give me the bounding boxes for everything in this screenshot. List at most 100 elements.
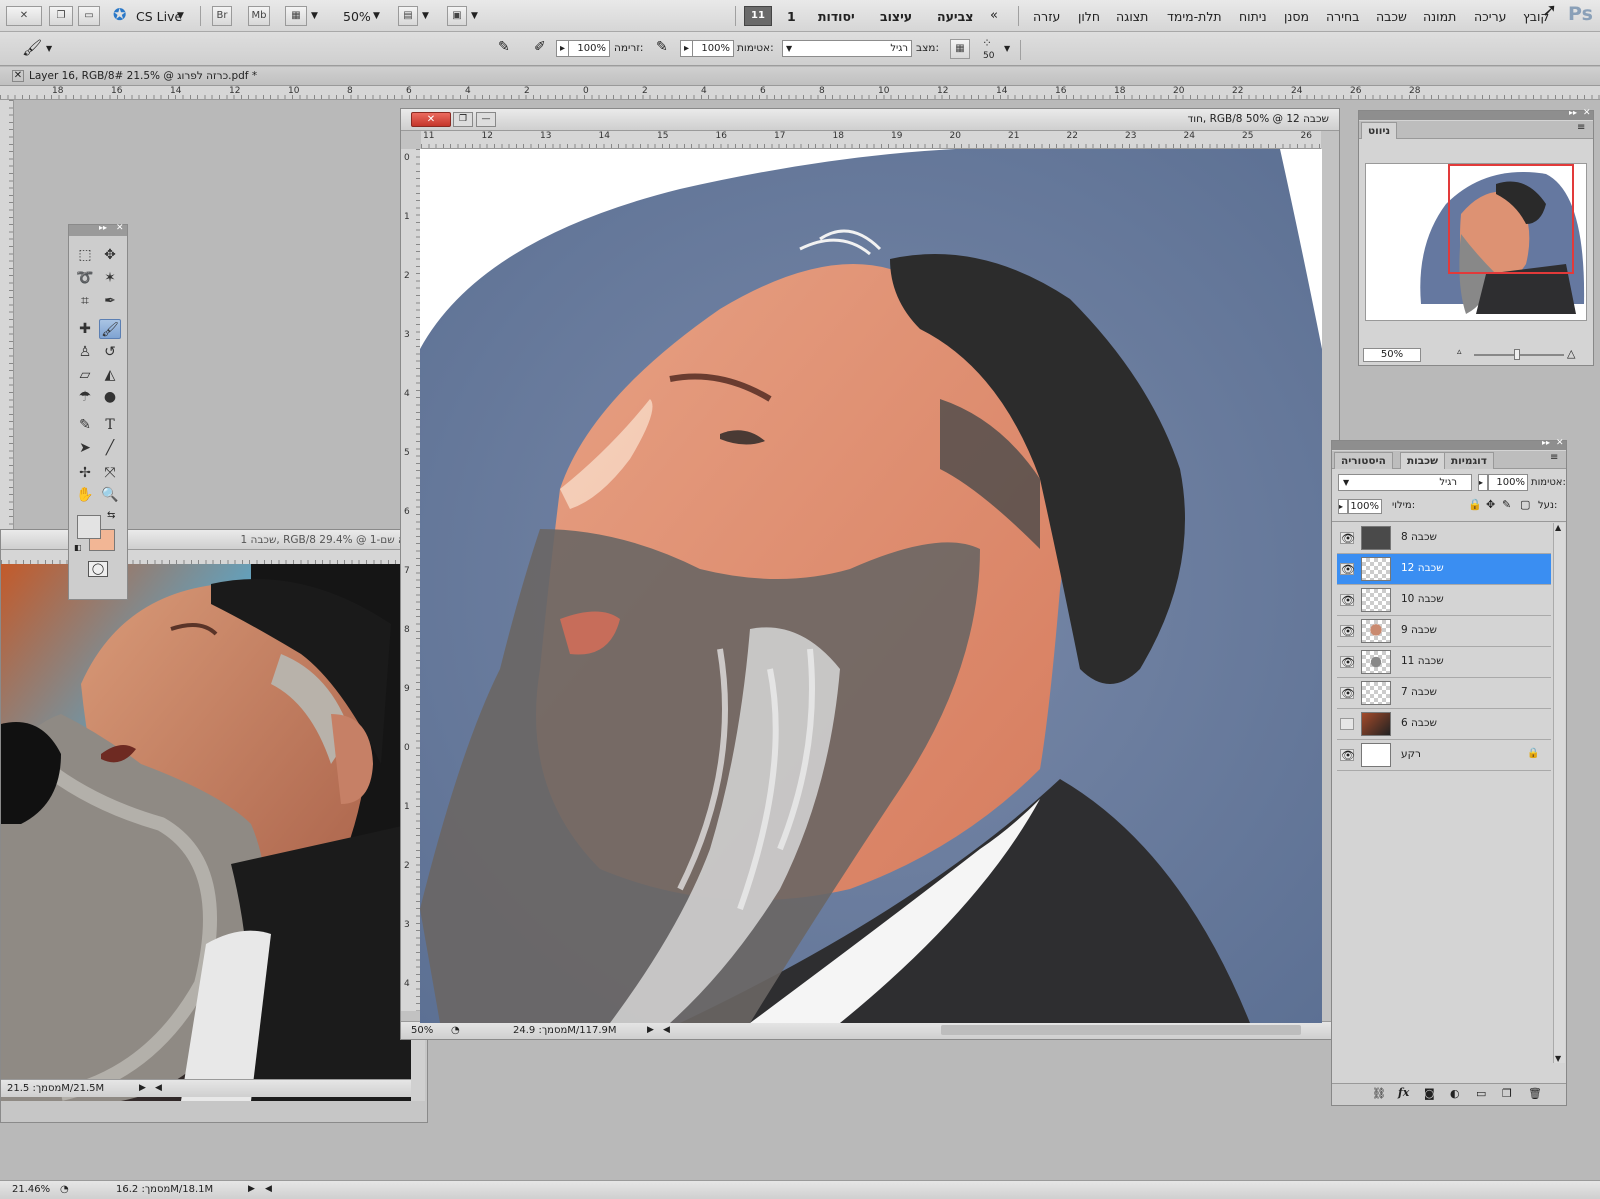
3d-rotate-icon[interactable]: ✢ — [74, 463, 96, 483]
status-info-icon[interactable]: ◔ — [451, 1022, 460, 1039]
layer-row[interactable]: 👁 שכבה 9 — [1337, 616, 1551, 647]
status-info-icon[interactable]: ◔ — [60, 1181, 69, 1198]
eye-icon[interactable]: 👁 — [1340, 563, 1355, 576]
bridge-button[interactable]: Br — [212, 6, 232, 26]
trash-icon[interactable]: 🗑 — [1528, 1087, 1542, 1100]
crop-tool-icon[interactable]: ⌗ — [74, 291, 96, 311]
minimize-window-icon[interactable]: — — [476, 112, 496, 127]
menu-image[interactable]: תמונה — [1423, 9, 1456, 24]
main-document-tab[interactable]: ✕ Layer 16, RGB/8# 21.5% @ כרזה לפרוג.pd… — [0, 67, 1600, 86]
navigator-zoom-input[interactable]: 50% — [1363, 348, 1421, 362]
lock-all-icon[interactable]: 🔒 — [1468, 498, 1482, 511]
workspace-active-button[interactable]: 11 — [744, 6, 772, 26]
link-icon[interactable]: ⛓ — [1372, 1087, 1386, 1100]
layer-opacity-input[interactable]: 100% — [1488, 474, 1528, 491]
collapse-icon[interactable]: ▸▸ — [99, 223, 107, 232]
zoom-out-icon[interactable]: ▵ — [1457, 347, 1462, 357]
navigator-preview[interactable] — [1365, 163, 1587, 321]
eyedropper-icon[interactable]: ✒ — [99, 291, 121, 311]
scroll-left-icon[interactable]: ◀ — [663, 1022, 670, 1039]
eye-icon[interactable]: 👁 — [1340, 625, 1355, 638]
magic-wand-icon[interactable]: ✶ — [99, 268, 121, 288]
quick-mask-icon[interactable]: ◯ — [88, 561, 108, 577]
workspace-painting[interactable]: צביעה — [937, 9, 973, 24]
eye-icon[interactable]: 👁 — [1340, 656, 1355, 669]
painting-canvas[interactable] — [420, 149, 1322, 1023]
photo-canvas[interactable] — [1, 564, 411, 1101]
paint-bucket-icon[interactable]: ◭ — [99, 365, 121, 385]
opacity-slider-arrow[interactable]: ▸ — [1478, 474, 1488, 491]
mask-icon[interactable]: ◙ — [1424, 1087, 1435, 1100]
painting-zoom-level[interactable]: 50% — [411, 1022, 433, 1039]
default-colors-icon[interactable]: ◧ — [74, 543, 82, 552]
menu-view[interactable]: תצוגה — [1116, 9, 1148, 24]
lasso-tool-icon[interactable]: ➰ — [74, 268, 96, 288]
group-icon[interactable]: ▭ — [1476, 1087, 1486, 1100]
marquee-tool-icon[interactable]: ⬚ — [74, 245, 96, 265]
navigator-view-box[interactable] — [1448, 164, 1574, 274]
scroll-down-icon[interactable]: ▼ — [1555, 1054, 1561, 1063]
close-icon[interactable]: ✕ — [116, 223, 124, 233]
brush-tool-icon[interactable]: 🖌 — [22, 38, 42, 57]
layer-row[interactable]: 👁 שכבה 10 — [1337, 585, 1551, 616]
airbrush-pressure-icon[interactable]: ✎ — [498, 39, 510, 55]
new-layer-icon[interactable]: ❐ — [1502, 1087, 1512, 1100]
minimize-icon[interactable]: ✕ — [6, 6, 42, 26]
minibridge-button[interactable]: Mb — [248, 6, 270, 26]
zoom-level-menu[interactable]: 50% — [343, 9, 371, 24]
maximize-icon[interactable]: ▭ — [78, 6, 100, 26]
brush-panel-toggle-icon[interactable]: ▦ — [950, 39, 970, 59]
layer-row[interactable]: 👁 רקע 🔒 — [1337, 740, 1551, 771]
eye-hidden-icon[interactable] — [1340, 718, 1354, 730]
lock-pixels-icon[interactable]: ✎ — [1502, 498, 1511, 511]
main-zoom-level[interactable]: 21.46% — [12, 1181, 50, 1198]
zoom-tool-icon[interactable]: 🔍 — [99, 485, 121, 505]
blur-tool-icon[interactable]: ☂ — [74, 387, 96, 407]
menu-window[interactable]: חלון — [1078, 9, 1100, 24]
3d-camera-icon[interactable]: ⤧ — [99, 463, 121, 483]
eye-icon[interactable]: 👁 — [1340, 532, 1355, 545]
layer-row[interactable]: 👁 שכבה 12 — [1337, 554, 1551, 585]
zoom-slider-handle[interactable] — [1514, 349, 1520, 360]
close-tab-icon[interactable]: ✕ — [12, 70, 24, 82]
cs-live-button[interactable]: CS Live — [136, 9, 182, 24]
eye-icon[interactable]: 👁 — [1340, 749, 1355, 762]
opacity-pressure-icon[interactable]: ✎ — [656, 39, 668, 55]
foreground-color-swatch[interactable] — [77, 515, 101, 539]
close-icon[interactable]: ✕ — [1583, 108, 1591, 118]
horizontal-scrollbar-thumb[interactable] — [941, 1025, 1301, 1035]
fill-input[interactable]: 100% — [1348, 499, 1382, 514]
swap-colors-icon[interactable]: ⇆ — [107, 510, 115, 521]
arrange-documents-icon[interactable]: ▤ — [398, 6, 418, 26]
menu-edit[interactable]: עריכה — [1474, 9, 1506, 24]
pen-tool-icon[interactable]: ✎ — [74, 415, 96, 435]
menu-3d[interactable]: תלת-מימד — [1167, 9, 1222, 24]
history-brush-icon[interactable]: ↺ — [99, 342, 121, 362]
layers-scrollbar[interactable]: ▲ ▼ — [1553, 523, 1565, 1063]
play-arrow-icon[interactable]: ▶ — [647, 1022, 654, 1039]
brush-tool-icon[interactable]: 🖌 — [99, 319, 121, 339]
menu-select[interactable]: בחירה — [1326, 9, 1359, 24]
hand-tool-icon[interactable]: ✋ — [74, 485, 96, 505]
path-selection-icon[interactable]: ➤ — [74, 438, 96, 458]
scroll-up-icon[interactable]: ▲ — [1555, 523, 1561, 532]
play-arrow-icon[interactable]: ▶ — [248, 1181, 255, 1198]
screen-mode-icon[interactable]: ▣ — [447, 6, 467, 26]
close-window-button[interactable]: ✕ — [411, 112, 451, 127]
tab-layers[interactable]: שכבות — [1400, 452, 1446, 469]
restore-icon[interactable]: ❐ — [49, 6, 73, 26]
layer-row[interactable]: שכבה 6 — [1337, 709, 1551, 740]
tab-swatches[interactable]: דוגמיות — [1444, 452, 1494, 469]
line-tool-icon[interactable]: ╱ — [99, 438, 121, 458]
adjustment-icon[interactable]: ◐ — [1450, 1087, 1460, 1100]
clone-stamp-icon[interactable]: ♙ — [74, 342, 96, 362]
flow-input[interactable]: 100% — [568, 40, 610, 57]
menu-filter[interactable]: מסנן — [1284, 9, 1309, 24]
healing-brush-icon[interactable]: ✚ — [74, 319, 96, 339]
workspace-essentials[interactable]: יסודות — [818, 9, 855, 24]
opacity-input[interactable]: 100% — [692, 40, 734, 57]
opacity-slider-arrow[interactable]: ▸ — [680, 40, 692, 57]
close-icon[interactable]: ✕ — [1556, 438, 1564, 448]
zoom-in-icon[interactable]: △ — [1567, 347, 1575, 360]
workspace-number[interactable]: 1 — [787, 9, 796, 24]
